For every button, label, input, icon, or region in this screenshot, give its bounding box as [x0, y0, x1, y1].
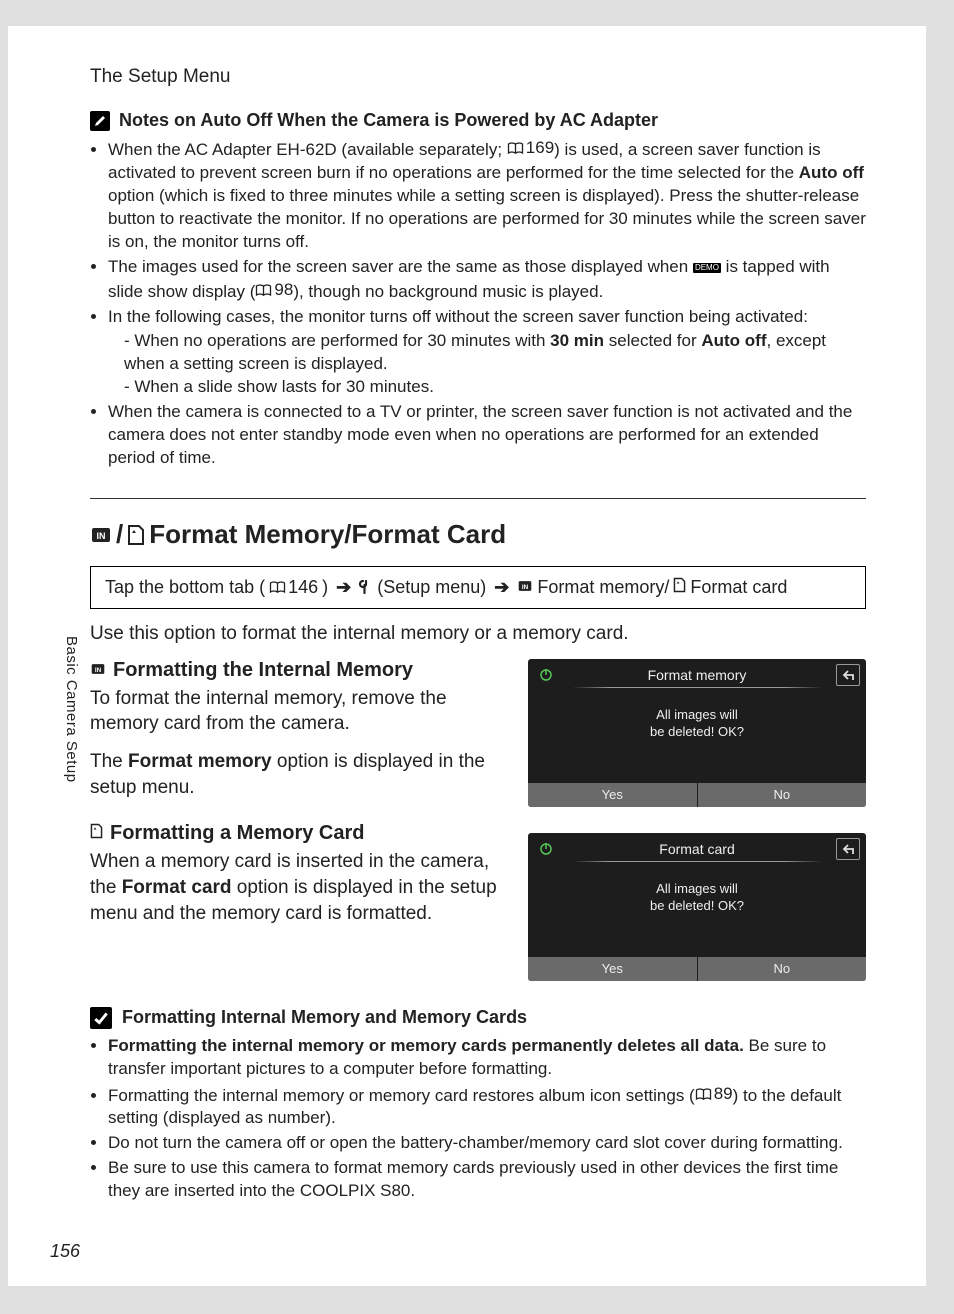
- sub-note: When no operations are performed for 30 …: [124, 330, 866, 376]
- wrench-icon: [359, 577, 373, 598]
- side-label: Basic Camera Setup: [63, 636, 80, 783]
- cam-yes-button: Yes: [528, 957, 697, 981]
- subheading-internal: Formatting the Internal Memory: [90, 659, 506, 682]
- back-icon: [836, 664, 860, 686]
- note-item: The images used for the screen saver are…: [108, 256, 866, 304]
- internal-memory-icon: [90, 659, 106, 682]
- arrow-icon: ➔: [494, 577, 509, 598]
- page-ref-icon: 169: [507, 137, 554, 160]
- sd-card-icon: [127, 524, 145, 546]
- cam-title: Format memory: [582, 667, 812, 685]
- note-heading-auto-off: Notes on Auto Off When the Camera is Pow…: [90, 110, 866, 131]
- sd-card-icon: [90, 822, 103, 845]
- note-title: Notes on Auto Off When the Camera is Pow…: [119, 110, 658, 131]
- arrow-icon: ➔: [336, 577, 351, 598]
- format-intro: Use this option to format the internal m…: [90, 621, 866, 647]
- cam-yes-button: Yes: [528, 783, 697, 807]
- demo-icon: DEMO: [693, 263, 721, 273]
- page-ref-icon: 98: [255, 279, 293, 302]
- format-info-notes: Formatting the internal memory or memory…: [90, 1035, 866, 1204]
- section-divider: [90, 498, 866, 499]
- note-item: When the camera is connected to a TV or …: [108, 401, 866, 470]
- page-ref-icon: 146: [269, 577, 318, 598]
- note-item: Be sure to use this camera to format mem…: [108, 1157, 866, 1203]
- manual-page: Basic Camera Setup The Setup Menu Notes …: [8, 26, 926, 1286]
- cam-no-button: No: [698, 957, 867, 981]
- subheading-card: Formatting a Memory Card: [90, 822, 506, 845]
- cam-no-button: No: [698, 783, 867, 807]
- cam-message: All images will be deleted! OK?: [528, 881, 866, 915]
- note-item: Formatting the internal memory or memory…: [108, 1035, 866, 1081]
- auto-off-notes: When the AC Adapter EH-62D (available se…: [90, 137, 866, 470]
- note-item: In the following cases, the monitor turn…: [108, 306, 866, 400]
- body-text: When a memory card is inserted in the ca…: [90, 849, 506, 926]
- camera-screen-format-memory: Format memory All images will be deleted…: [528, 659, 866, 807]
- cam-message: All images will be deleted! OK?: [528, 707, 866, 741]
- chapter-title: The Setup Menu: [90, 66, 866, 88]
- cam-title: Format card: [582, 841, 812, 859]
- power-icon: [536, 665, 556, 685]
- body-text: To format the internal memory, remove th…: [90, 686, 506, 737]
- check-icon: [90, 1007, 112, 1029]
- section-title-format: / Format Memory/Format Card: [90, 519, 866, 550]
- page-ref-icon: 89: [695, 1083, 733, 1106]
- info-heading-formatting: Formatting Internal Memory and Memory Ca…: [90, 1007, 866, 1029]
- sd-card-icon: [673, 577, 686, 598]
- back-icon: [836, 838, 860, 860]
- page-number: 156: [50, 1241, 80, 1262]
- note-item: Do not turn the camera off or open the b…: [108, 1132, 866, 1155]
- sub-note: When a slide show lasts for 30 minutes.: [124, 376, 866, 399]
- internal-memory-icon: [517, 577, 533, 598]
- internal-memory-icon: [90, 525, 112, 545]
- body-text: The Format memory option is displayed in…: [90, 749, 506, 800]
- navigation-path: Tap the bottom tab ( 146) ➔ (Setup menu)…: [90, 566, 866, 609]
- power-icon: [536, 839, 556, 859]
- note-item: Formatting the internal memory or memory…: [108, 1083, 866, 1131]
- pencil-icon: [90, 111, 110, 131]
- camera-screen-format-card: Format card All images will be deleted! …: [528, 833, 866, 981]
- note-item: When the AC Adapter EH-62D (available se…: [108, 137, 866, 254]
